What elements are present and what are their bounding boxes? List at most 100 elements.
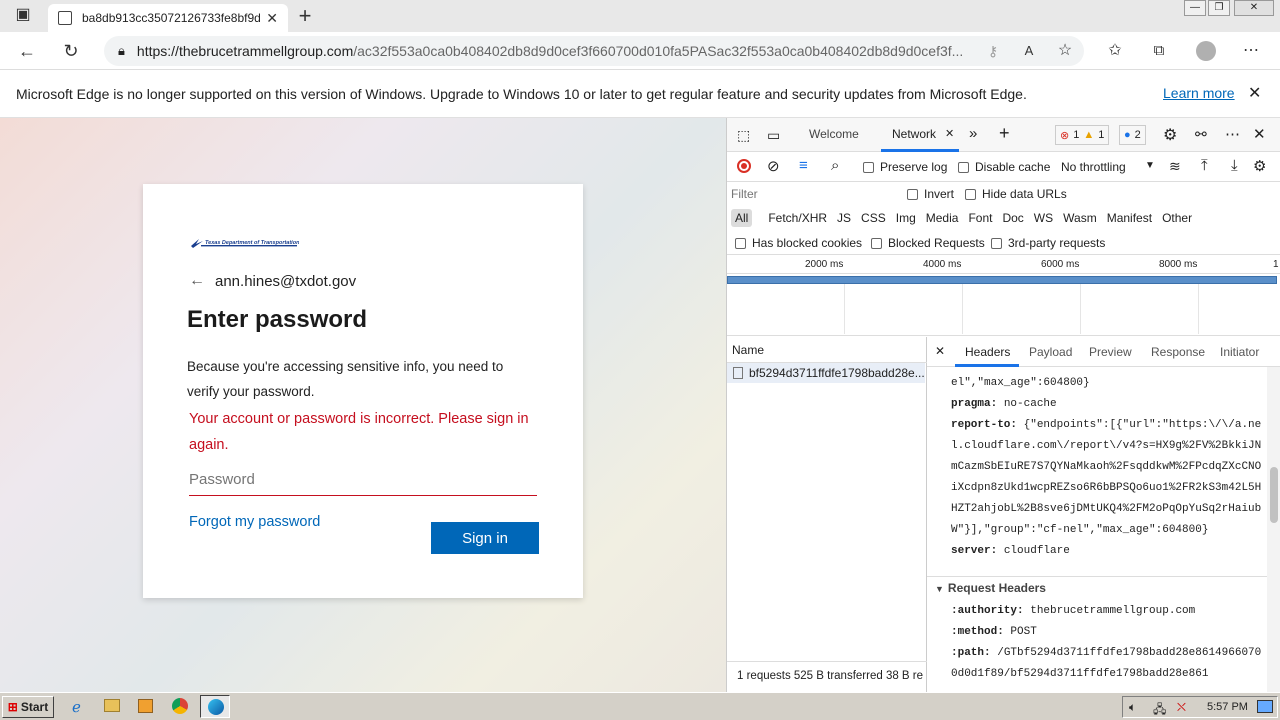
disable-cache-checkbox[interactable] bbox=[958, 161, 969, 173]
read-aloud-icon[interactable]: A bbox=[1018, 40, 1040, 62]
volume-icon[interactable]: 🔈︎ bbox=[1129, 700, 1136, 715]
password-input[interactable] bbox=[189, 464, 537, 496]
forgot-password-link[interactable]: Forgot my password bbox=[189, 514, 320, 530]
explorer-icon[interactable] bbox=[104, 699, 120, 712]
preserve-log-checkbox[interactable] bbox=[863, 161, 874, 173]
tab-headers[interactable]: Headers bbox=[965, 345, 1010, 359]
edge-taskbar-button[interactable] bbox=[200, 695, 230, 718]
third-party-checkbox[interactable] bbox=[991, 237, 1002, 249]
tab-network[interactable]: Network bbox=[892, 127, 936, 141]
add-tab-icon[interactable]: + bbox=[999, 123, 1010, 144]
warning-icon: ▲ bbox=[1083, 129, 1095, 141]
search-icon[interactable]: ⌕ bbox=[831, 157, 839, 174]
security-icon[interactable]: ⛌ bbox=[1177, 700, 1186, 715]
ie-icon[interactable]: ℯ bbox=[72, 698, 81, 716]
devtools-settings-icon[interactable]: ⚙ bbox=[1163, 125, 1177, 145]
issues-counter[interactable]: ⊗ 1 ▲ 1 bbox=[1055, 125, 1110, 145]
import-har-icon[interactable]: ⤒ bbox=[1201, 157, 1208, 174]
type-filter-css[interactable]: CSS bbox=[857, 209, 890, 227]
page-background: Texas Department of Transportation ← ann… bbox=[0, 118, 726, 692]
start-button[interactable]: ⊞ Start bbox=[2, 696, 54, 718]
settings-more-icon[interactable]: ⋯ bbox=[1240, 40, 1262, 62]
network-tab-close-icon[interactable]: ✕ bbox=[945, 127, 954, 140]
type-filter-font[interactable]: Font bbox=[964, 209, 996, 227]
profile-avatar[interactable] bbox=[1196, 41, 1216, 61]
throttling-select[interactable]: No throttling bbox=[1061, 160, 1126, 174]
header-line: server: cloudflare bbox=[951, 545, 1070, 557]
type-filter-fetch-xhr[interactable]: Fetch/XHR bbox=[764, 209, 831, 227]
invert-checkbox[interactable] bbox=[907, 188, 918, 200]
type-filter-img[interactable]: Img bbox=[892, 209, 920, 227]
type-filter-doc[interactable]: Doc bbox=[998, 209, 1027, 227]
close-window-button[interactable]: ✕ bbox=[1234, 0, 1274, 16]
infobar-message: Microsoft Edge is no longer supported on… bbox=[16, 85, 1027, 102]
add-favorite-icon[interactable]: ☆ bbox=[1054, 40, 1076, 62]
request-headers-title: Request Headers bbox=[947, 581, 1046, 595]
record-icon[interactable] bbox=[737, 159, 751, 173]
back-icon[interactable]: ← bbox=[16, 40, 38, 62]
new-tab-button[interactable]: + bbox=[294, 5, 316, 27]
favorites-icon[interactable]: ✩ bbox=[1104, 40, 1126, 62]
url-host: https://thebrucetrammellgroup.com bbox=[136, 43, 354, 59]
type-filter-other[interactable]: Other bbox=[1158, 209, 1196, 227]
key-icon[interactable]: ⚷ bbox=[982, 40, 1004, 62]
devtools-close-icon[interactable]: ✕ bbox=[1253, 125, 1266, 143]
device-toolbar-icon[interactable]: ▭ bbox=[767, 127, 780, 144]
filter-icon[interactable]: ≡ bbox=[799, 157, 808, 174]
tab-actions-icon[interactable]: ▣ bbox=[12, 4, 34, 26]
tab-preview[interactable]: Preview bbox=[1089, 345, 1132, 359]
learn-more-link[interactable]: Learn more bbox=[1163, 85, 1235, 101]
details-scrollbar[interactable] bbox=[1267, 367, 1280, 692]
details-tabbar: ✕ Headers Payload Preview Response Initi… bbox=[927, 337, 1280, 367]
type-filter-wasm[interactable]: Wasm bbox=[1059, 209, 1101, 227]
close-details-icon[interactable]: ✕ bbox=[935, 344, 945, 358]
back-arrow-icon[interactable]: ← bbox=[189, 272, 205, 290]
infobar-close-button[interactable]: ✕ bbox=[1248, 83, 1261, 103]
network-settings-icon[interactable]: ⚙ bbox=[1253, 157, 1266, 175]
blocked-requests-checkbox[interactable] bbox=[871, 237, 882, 249]
type-filter-manifest[interactable]: Manifest bbox=[1103, 209, 1156, 227]
collections-icon[interactable]: ⧉ bbox=[1148, 40, 1170, 62]
devtools-more-icon[interactable]: ⋯ bbox=[1225, 125, 1240, 143]
browser-tab[interactable]: ba8db913cc35072126733fe8bf9dc ✕ bbox=[48, 4, 288, 32]
sign-in-button[interactable]: Sign in bbox=[431, 522, 539, 554]
tab-payload[interactable]: Payload bbox=[1029, 345, 1072, 359]
request-headers-section[interactable]: ▼ Request Headers bbox=[927, 576, 1267, 598]
type-filter-js[interactable]: JS bbox=[833, 209, 855, 227]
maximize-button[interactable]: ❐ bbox=[1208, 0, 1230, 16]
clear-icon[interactable]: ⊘ bbox=[767, 157, 780, 175]
type-filter-media[interactable]: Media bbox=[922, 209, 963, 227]
scrollbar-thumb[interactable] bbox=[1270, 467, 1278, 523]
request-row[interactable]: bf5294d3711ffdfe1798badd28e... bbox=[727, 363, 925, 383]
type-filter-all[interactable]: All bbox=[731, 209, 753, 227]
tab-response[interactable]: Response bbox=[1151, 345, 1205, 359]
tab-welcome[interactable]: Welcome bbox=[809, 127, 859, 141]
minimize-button[interactable]: — bbox=[1184, 0, 1206, 16]
chrome-icon[interactable] bbox=[172, 698, 188, 714]
svg-text:Texas Department of Transporta: Texas Department of Transportation bbox=[205, 240, 299, 246]
filter-input[interactable] bbox=[731, 185, 893, 203]
more-tabs-icon[interactable]: » bbox=[969, 125, 977, 142]
messages-counter[interactable]: ● 2 bbox=[1119, 125, 1146, 145]
request-headers: :authority: thebrucetrammellgroup.com :m… bbox=[951, 601, 1267, 685]
media-player-icon[interactable] bbox=[138, 699, 153, 713]
refresh-icon[interactable]: ↻ bbox=[60, 40, 82, 62]
tab-initiator[interactable]: Initiator bbox=[1220, 345, 1259, 359]
blocked-cookies-checkbox[interactable] bbox=[735, 237, 746, 249]
name-column-header[interactable]: Name bbox=[727, 337, 927, 363]
hide-data-urls-label: Hide data URLs bbox=[982, 187, 1067, 201]
export-har-icon[interactable]: ⤓ bbox=[1231, 157, 1238, 174]
edge-icon bbox=[208, 699, 224, 715]
show-desktop-icon[interactable] bbox=[1257, 700, 1273, 713]
network-icon[interactable]: 🖧 bbox=[1153, 700, 1166, 720]
url-path: /ac32f553a0ca0b408402db8d9d0cef3f660700d… bbox=[353, 43, 964, 59]
response-headers: el","max_age":604800} pragma: no-cache r… bbox=[951, 373, 1267, 562]
address-bar[interactable]: 🔒︎ https://thebrucetrammellgroup.com /ac… bbox=[104, 36, 1084, 66]
chevron-down-icon[interactable]: ▼ bbox=[1145, 160, 1155, 171]
customize-icon[interactable]: ⚯ bbox=[1195, 126, 1207, 143]
tab-close-button[interactable]: ✕ bbox=[266, 10, 278, 27]
network-conditions-icon[interactable]: ≋ bbox=[1169, 158, 1181, 175]
inspect-icon[interactable]: ⬚ bbox=[737, 127, 750, 144]
hide-data-urls-checkbox[interactable] bbox=[965, 188, 976, 200]
type-filter-ws[interactable]: WS bbox=[1030, 209, 1057, 227]
